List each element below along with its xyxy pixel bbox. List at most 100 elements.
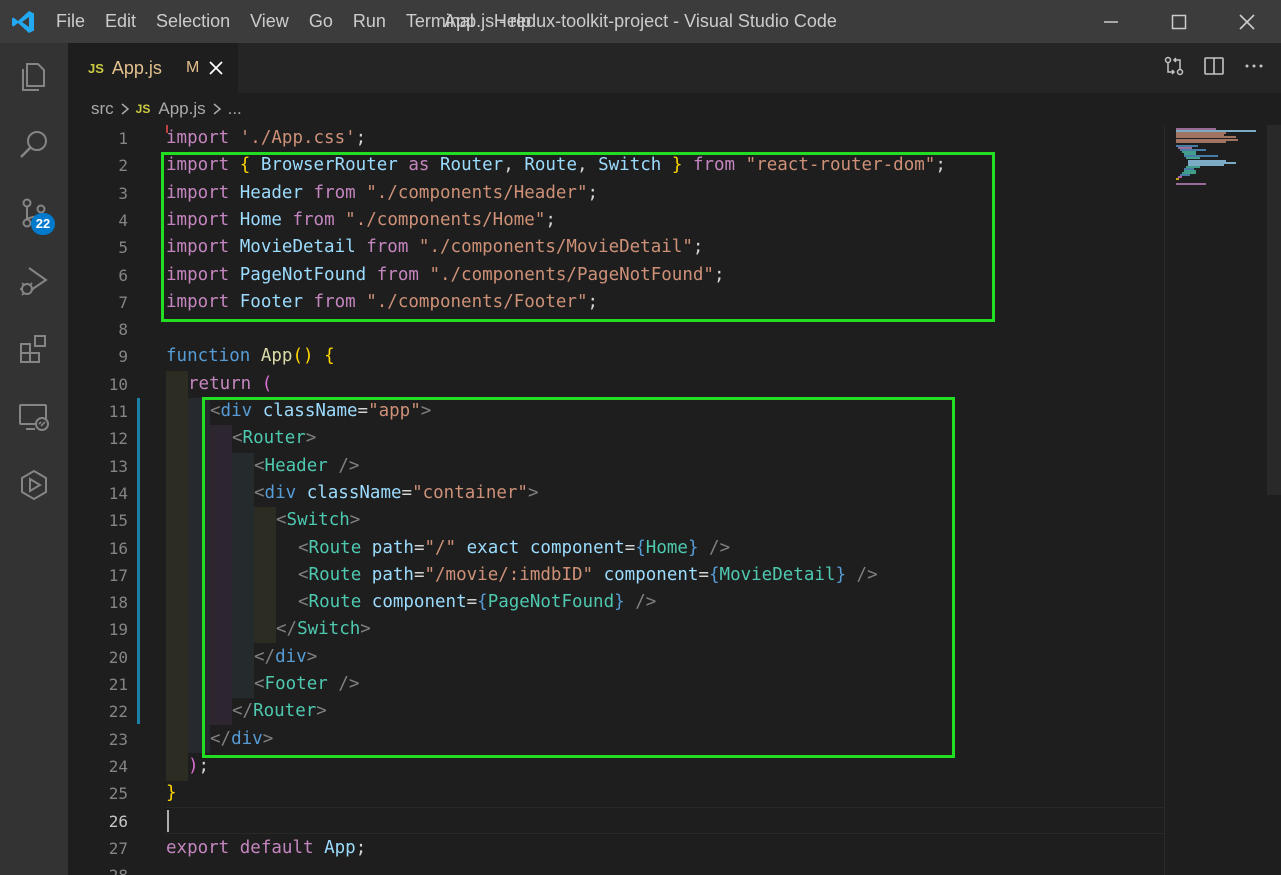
minimize-button[interactable] (1077, 0, 1145, 43)
line-number: 20 (108, 647, 128, 667)
line-number: 22 (108, 702, 128, 722)
line-number: 21 (108, 675, 128, 694)
line-number: 6 (118, 265, 128, 285)
vscode-logo-icon (0, 0, 46, 43)
line-number: 19 (108, 620, 128, 640)
tab-label: App.js (111, 57, 162, 78)
run-debug-icon (20, 267, 48, 296)
line-number-gutter: 1 2 3 4 5 6 7 8 9 10 11 12 13 14 15 16 17 18 19 20 21 22 23 24 2… (68, 125, 148, 875)
code-line-2: import { BrowserRouter as Router, Route,… (166, 155, 946, 176)
line-number: 16 (108, 538, 128, 558)
breadcrumb-file[interactable]: App.js (158, 99, 205, 119)
code-line-6: import PageNotFound from "./components/P… (166, 264, 725, 285)
menu-go[interactable]: Go (299, 0, 343, 43)
split-editor-button[interactable] (1203, 55, 1225, 82)
line-number: 28 (68, 862, 128, 875)
explorer-icon (22, 63, 45, 91)
javascript-file-icon: JS (88, 60, 104, 76)
breadcrumb: src JS App.js ... (68, 93, 1281, 125)
line-number: 25 (108, 784, 128, 804)
tab-app-js[interactable]: JS App.js M (68, 43, 238, 93)
line-number: 1 (118, 129, 128, 148)
run-debug-button[interactable] (0, 247, 68, 315)
line-number: 9 (118, 347, 128, 367)
code-line-22: </Router> (232, 701, 327, 722)
tab-bar: JS App.js M (68, 43, 1281, 93)
line-number: 15 (108, 511, 128, 531)
code-editor[interactable]: 1 2 3 4 5 6 7 8 9 10 11 12 13 14 15 16 17 18 19 20 21 22 23 24 2… (68, 125, 1281, 875)
activity-bar: 22 (0, 43, 68, 875)
more-actions-button[interactable] (1243, 55, 1265, 82)
vertical-scrollbar[interactable] (1267, 125, 1281, 495)
menu-run[interactable]: Run (343, 0, 396, 43)
line-number: 27 (108, 838, 128, 858)
window-controls (1077, 0, 1281, 43)
minimize-icon (1104, 20, 1118, 23)
editor-actions (1163, 43, 1265, 93)
code-line-9: function App() { (166, 346, 335, 367)
minimap-line (1176, 182, 1206, 185)
code-line-1: import './App.css'; (166, 128, 367, 148)
line-number: 26 (108, 811, 128, 831)
code-line-7: import Footer from "./components/Footer"… (166, 291, 599, 312)
code-line-17: <Route path="/movie/:imdbID" component={… (298, 564, 878, 585)
line-number: 14 (108, 483, 128, 503)
open-changes-button[interactable] (1163, 55, 1185, 82)
deploy-button[interactable] (0, 451, 68, 519)
compare-changes-icon (1164, 56, 1184, 75)
maximize-icon (1171, 14, 1187, 29)
remote-explorer-button[interactable] (0, 383, 68, 451)
minimap-line (1176, 140, 1226, 143)
ellipsis-icon (1245, 64, 1263, 67)
line-number: 18 (108, 593, 128, 613)
extensions-icon (20, 335, 46, 363)
title-bar: File Edit Selection View Go Run Terminal… (0, 0, 1281, 43)
code-line-25: } (166, 783, 177, 804)
code-line-18: <Route component={PageNotFound} /> (298, 592, 657, 613)
code-line-27: export default App; (166, 837, 367, 858)
extensions-button[interactable] (0, 315, 68, 383)
line-number: 11 (108, 402, 128, 421)
code-line-16: <Route path="/" exact component={Home} /… (298, 537, 731, 558)
breadcrumb-symbols[interactable]: ... (228, 99, 242, 119)
explorer-button[interactable] (0, 43, 68, 111)
code-line-13: <Header /> (254, 455, 360, 476)
code-line-23: </div> (210, 728, 274, 749)
chevron-right-icon (212, 102, 222, 116)
minimap[interactable] (1164, 125, 1281, 875)
search-button[interactable] (0, 111, 68, 179)
menu-edit[interactable]: Edit (95, 0, 146, 43)
maximize-button[interactable] (1145, 0, 1213, 43)
breadcrumb-folder[interactable]: src (91, 99, 114, 119)
code-line-5: import MovieDetail from "./components/Mo… (166, 237, 704, 258)
line-number: 7 (118, 292, 128, 312)
close-icon (209, 61, 223, 75)
line-number: 17 (108, 565, 128, 585)
line-number: 2 (118, 156, 128, 176)
menu-selection[interactable]: Selection (146, 0, 240, 43)
code-line-12: <Router> (232, 428, 317, 449)
code-line-14: <div className="container"> (254, 482, 539, 503)
line-number: 4 (118, 210, 128, 230)
code-line-3: import Header from "./components/Header"… (166, 182, 599, 203)
source-control-button[interactable]: 22 (0, 179, 68, 247)
code-line-24: ); (188, 755, 210, 776)
menu-file[interactable]: File (46, 0, 95, 43)
menu-view[interactable]: View (240, 0, 299, 43)
code-area: import './App.css'; import { BrowserRout… (166, 125, 1281, 875)
menu-help[interactable]: Help (484, 0, 541, 43)
line-number: 12 (108, 429, 128, 449)
line-number: 8 (118, 320, 128, 340)
code-line-19: </Switch> (276, 619, 371, 640)
code-line-4: import Home from "./components/Home"; (166, 209, 556, 230)
minimap-line (1176, 178, 1179, 181)
close-window-button[interactable] (1213, 0, 1281, 43)
scm-badge: 22 (31, 213, 55, 235)
code-line-21: <Footer /> (254, 674, 360, 694)
remote-explorer-icon (19, 404, 49, 431)
tab-close-button[interactable] (209, 61, 223, 75)
code-line-15: <Switch> (276, 510, 361, 531)
menu-terminal[interactable]: Terminal (396, 0, 484, 43)
line-number: 5 (118, 238, 128, 258)
close-icon (1239, 13, 1255, 30)
